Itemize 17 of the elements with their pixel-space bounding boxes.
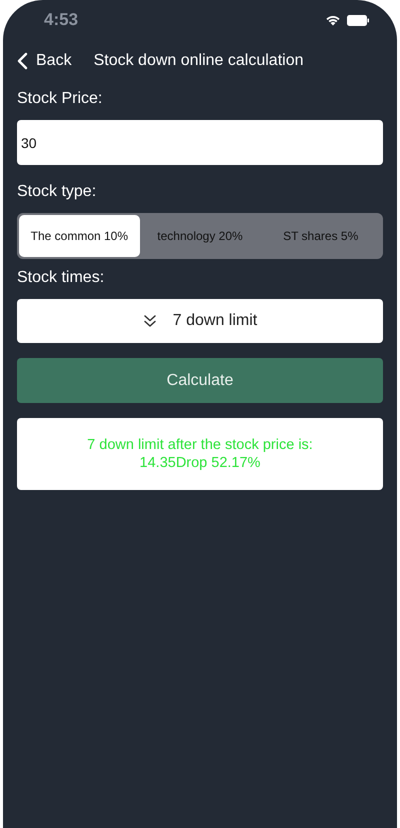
double-chevron-down-icon bbox=[142, 314, 157, 328]
price-input-field[interactable]: 30 bbox=[17, 120, 383, 165]
segment-tab[interactable]: technology 20% bbox=[140, 215, 260, 257]
field-label: Stock Price: bbox=[17, 90, 104, 108]
segment-tab[interactable]: The common 10% bbox=[19, 215, 140, 257]
result-text: 7 down limit after the stock price is: 14.35Drop 52.17% bbox=[86, 436, 314, 472]
battery-icon bbox=[347, 14, 369, 26]
wifi-icon bbox=[325, 14, 341, 26]
calculate-button[interactable]: Calculate bbox=[17, 358, 383, 403]
back-button[interactable]: Back bbox=[17, 52, 72, 70]
times-dropdown[interactable]: 7 down limit bbox=[17, 299, 383, 343]
page-title: Stock down online calculation bbox=[94, 52, 304, 70]
chevron-left-icon bbox=[17, 52, 28, 70]
field-label: Stock times: bbox=[17, 269, 106, 287]
segment-tab[interactable]: ST shares 5% bbox=[260, 215, 382, 257]
status-time: 4:53 bbox=[44, 10, 78, 30]
field-label: Stock type: bbox=[17, 183, 98, 201]
